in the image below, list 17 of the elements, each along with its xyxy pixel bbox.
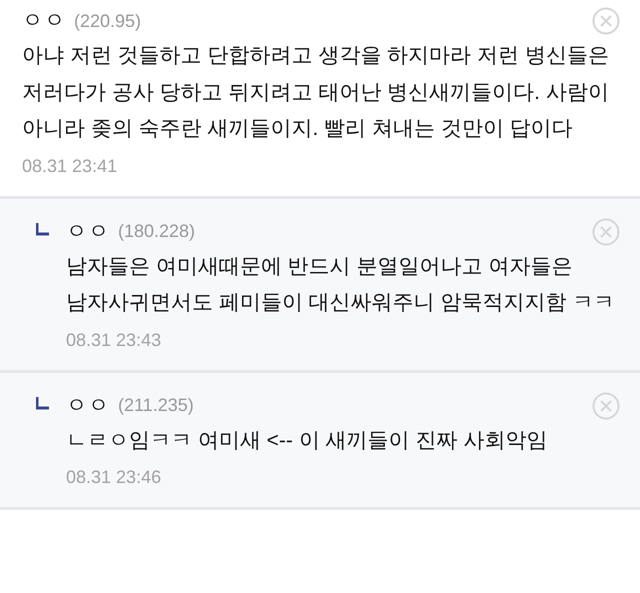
delete-icon[interactable] <box>592 218 620 246</box>
delete-icon[interactable] <box>592 7 620 35</box>
timestamp: 08.31 23:41 <box>22 154 118 178</box>
ip-address: (180.228) <box>118 220 196 243</box>
comment-text: 남자들은 여미새때문에 반드시 분열일어나고 여자들은 남자사귀면서도 페미들이 대신싸워주니 암묵적지지함 ㅋㅋ <box>66 254 616 316</box>
reply-icon <box>36 396 50 410</box>
reply-icon <box>36 222 50 236</box>
ip-address: (211.235) <box>118 394 194 417</box>
timestamp: 08.31 23:46 <box>66 466 162 489</box>
comment-text: ㄴㄹㅇ임ㅋㅋ 여미새 <-- 이 새끼들이 진짜 사회악임 <box>66 428 548 454</box>
nickname: ㅇㅇ <box>66 392 110 419</box>
nickname: ㅇㅇ <box>22 8 66 34</box>
ip-address: (220.95) <box>74 10 142 33</box>
nickname: ㅇㅇ <box>66 218 110 245</box>
delete-icon[interactable] <box>592 392 620 420</box>
timestamp: 08.31 23:43 <box>66 328 162 352</box>
comment-text: 아냐 저런 것들하고 단합하려고 생각을 하지마라 저런 병신들은 저러다가 공사 당하고 뒤지려고 태어난 병신새끼들이다. 사람이 아니라 좆의 숙주란 새끼들이지. 빨리 쳐내는 것만이 답이다 <box>22 43 610 142</box>
